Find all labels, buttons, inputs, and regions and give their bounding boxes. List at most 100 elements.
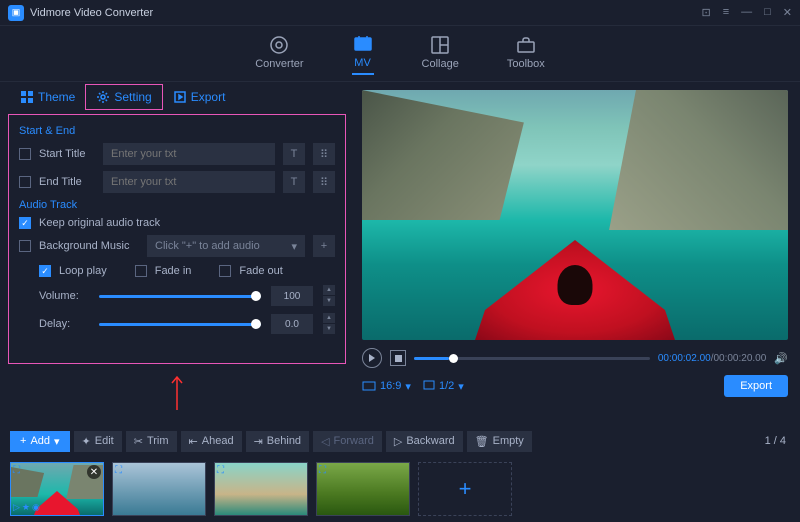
delay-value: 0.0 <box>271 314 313 334</box>
end-title-checkbox[interactable] <box>19 176 31 188</box>
add-button[interactable]: + Add ▾ <box>10 431 70 452</box>
settings-panel: Start & End Start Title T ⠿ End Title T … <box>8 114 346 364</box>
trim-button[interactable]: ✂ Trim <box>126 431 177 452</box>
add-audio-button[interactable]: + <box>313 235 335 257</box>
startend-heading: Start & End <box>19 125 335 137</box>
gear-icon <box>96 90 110 104</box>
text-style-button-2[interactable]: T <box>283 171 305 193</box>
time-display: 00:00:02.00/00:00:20.00 <box>658 353 766 364</box>
nav-mv-label: MV <box>354 57 371 69</box>
start-title-input[interactable] <box>103 143 275 165</box>
expand-icon[interactable]: ⛶ <box>115 465 122 476</box>
delay-spinner[interactable]: ▲▼ <box>323 313 335 335</box>
tab-theme[interactable]: Theme <box>10 85 85 109</box>
keep-original-checkbox[interactable] <box>19 217 31 229</box>
expand-icon[interactable]: ⛶ <box>217 465 224 476</box>
text-style-button[interactable]: T <box>283 143 305 165</box>
tab-export-label: Export <box>191 90 226 104</box>
star-icon[interactable]: ★ <box>22 502 30 513</box>
audiotrack-heading: Audio Track <box>19 199 335 211</box>
toolbox-icon <box>515 34 537 56</box>
progress-bar[interactable] <box>414 357 650 360</box>
remove-icon[interactable]: ✕ <box>87 465 101 479</box>
add-clip-button[interactable]: + <box>418 462 512 516</box>
nav-converter[interactable]: Converter <box>255 34 303 74</box>
empty-button[interactable]: 🗑 Empty <box>467 431 532 452</box>
end-title-label: End Title <box>39 176 95 188</box>
play-button[interactable] <box>362 348 382 368</box>
volume-slider[interactable] <box>99 295 261 298</box>
export-icon <box>173 90 187 104</box>
bg-music-label: Background Music <box>39 240 139 252</box>
minimize-icon[interactable]: — <box>741 6 752 19</box>
export-button[interactable]: Export <box>724 375 788 397</box>
chevron-down-icon: ▾ <box>458 380 464 393</box>
text-align-button[interactable]: ⠿ <box>313 143 335 165</box>
delay-slider[interactable] <box>99 323 261 326</box>
nav-collage-label: Collage <box>422 58 459 70</box>
nav-converter-label: Converter <box>255 58 303 70</box>
app-title: Vidmore Video Converter <box>30 7 701 19</box>
delay-label: Delay: <box>39 318 89 330</box>
loop-play-checkbox[interactable] <box>39 265 51 277</box>
thumbnail-strip: ⛶ ✕ ▷★◉ ⛶ ⛶ ⛶ + <box>0 456 800 522</box>
thumbnail-item[interactable]: ⛶ <box>316 462 410 516</box>
thumbnail-item[interactable]: ⛶ ✕ ▷★◉ <box>10 462 104 516</box>
start-title-label: Start Title <box>39 148 95 160</box>
volume-spinner[interactable]: ▲▼ <box>323 285 335 307</box>
aspect-ratio-select[interactable]: 16:9 ▾ <box>362 380 411 393</box>
tab-theme-label: Theme <box>38 90 75 104</box>
bg-music-select[interactable]: Click "+" to add audio▾ <box>147 235 305 257</box>
volume-value: 100 <box>271 286 313 306</box>
edit-button[interactable]: ✦ Edit <box>74 431 122 452</box>
display-icon <box>423 380 435 392</box>
fade-out-checkbox[interactable] <box>219 265 231 277</box>
left-panel: Theme Setting Export Start & End Start T… <box>0 82 354 420</box>
app-logo: ▣ <box>8 5 24 21</box>
fade-in-label: Fade in <box>155 265 192 277</box>
keep-original-label: Keep original audio track <box>39 217 160 229</box>
close-icon[interactable]: ✕ <box>783 6 792 19</box>
crop-icon <box>362 381 376 391</box>
ahead-button[interactable]: ⇤ Ahead <box>181 431 242 452</box>
mv-tabs: Theme Setting Export <box>0 82 354 112</box>
fx-icon[interactable]: ◉ <box>32 502 40 513</box>
nav-toolbox[interactable]: Toolbox <box>507 34 545 74</box>
mv-icon <box>352 33 374 55</box>
annotation-arrow <box>0 372 354 412</box>
preview-video[interactable] <box>362 90 788 340</box>
start-title-checkbox[interactable] <box>19 148 31 160</box>
collage-icon <box>429 34 451 56</box>
playback-controls: 00:00:02.00/00:00:20.00 🔊 <box>362 344 788 372</box>
behind-button[interactable]: ⇥ Behind <box>246 431 309 452</box>
converter-icon <box>268 34 290 56</box>
fade-in-checkbox[interactable] <box>135 265 147 277</box>
thumbnail-item[interactable]: ⛶ <box>112 462 206 516</box>
chat-icon[interactable]: ⊡ <box>701 6 710 19</box>
clip-counter: 1 / 4 <box>765 435 786 447</box>
top-navigation: Converter MV Collage Toolbox <box>0 26 800 82</box>
grid-icon <box>20 90 34 104</box>
tab-setting[interactable]: Setting <box>85 84 162 110</box>
backward-button[interactable]: ▷ Backward <box>386 431 463 452</box>
text-align-button-2[interactable]: ⠿ <box>313 171 335 193</box>
stop-button[interactable] <box>390 350 406 366</box>
bottom-toolbar: + Add ▾ ✦ Edit ✂ Trim ⇤ Ahead ⇥ Behind ◁… <box>0 426 800 456</box>
volume-icon[interactable]: 🔊 <box>774 352 788 365</box>
end-title-input[interactable] <box>103 171 275 193</box>
nav-mv[interactable]: MV <box>352 33 374 75</box>
nav-collage[interactable]: Collage <box>422 34 459 74</box>
tab-export[interactable]: Export <box>163 85 236 109</box>
expand-icon[interactable]: ⛶ <box>319 465 326 476</box>
thumbnail-item[interactable]: ⛶ <box>214 462 308 516</box>
volume-label: Volume: <box>39 290 89 302</box>
preview-footer: 16:9 ▾ 1/2 ▾ Export <box>362 372 788 400</box>
menu-icon[interactable]: ≡ <box>723 6 729 19</box>
maximize-icon[interactable]: □ <box>764 6 771 19</box>
bg-music-checkbox[interactable] <box>19 240 31 252</box>
zoom-select[interactable]: 1/2 ▾ <box>423 380 464 393</box>
expand-icon[interactable]: ⛶ <box>13 465 20 476</box>
chevron-down-icon: ▾ <box>291 240 297 253</box>
forward-button[interactable]: ◁ Forward <box>313 431 382 452</box>
play-icon[interactable]: ▷ <box>13 502 20 513</box>
